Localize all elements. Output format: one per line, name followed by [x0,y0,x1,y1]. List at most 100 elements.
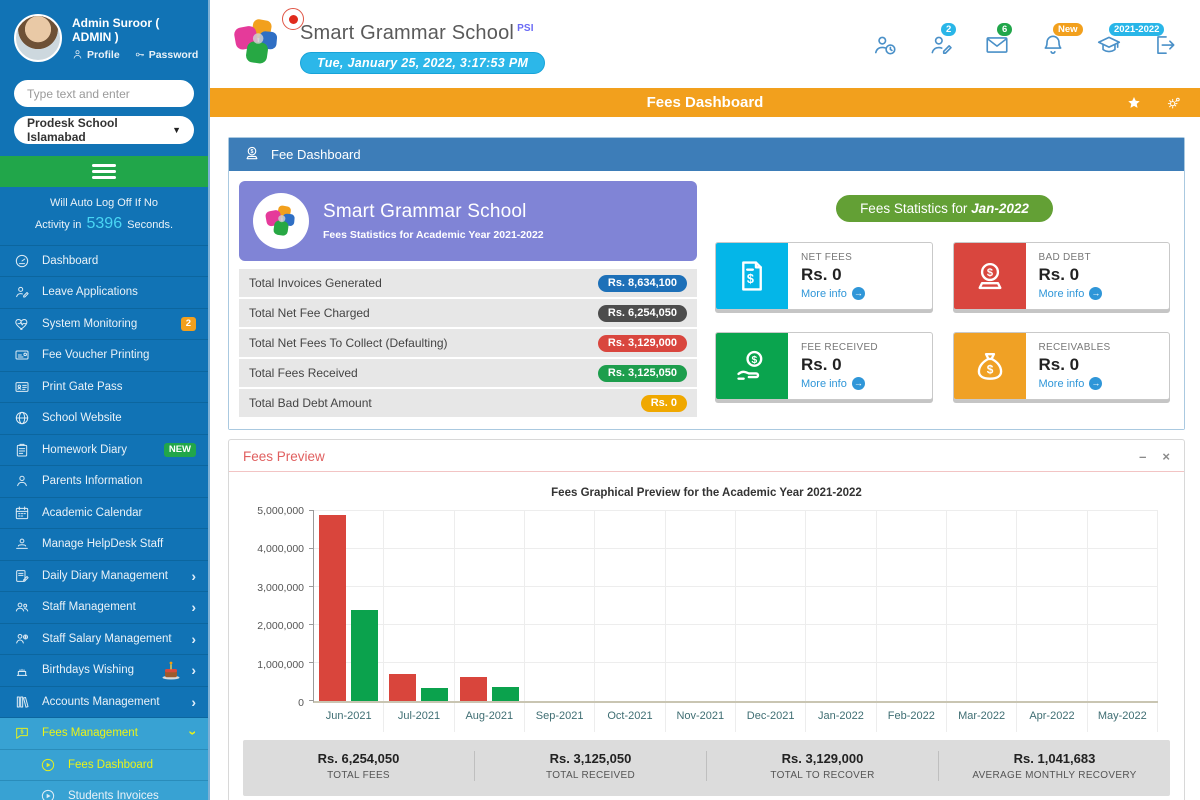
user-edit-button[interactable]: 2 [928,32,954,63]
sidebar-item-print-gate-pass[interactable]: Print Gate Pass [0,372,208,404]
svg-text:$: $ [21,730,24,736]
chart-slot-apr-2022 [1017,511,1087,701]
menu-badge: 2 [181,317,196,331]
sidebar-item-daily-diary-management[interactable]: Daily Diary Management› [0,561,208,593]
chart-title: Fees Graphical Preview for the Academic … [229,487,1184,499]
sidebar-item-label: Print Gate Pass [42,381,196,393]
fee-dashboard-panel-title: Fee Dashboard [271,147,361,162]
more-info-link[interactable]: More info → [1039,287,1103,300]
school-stats-card: Smart Grammar School Fees Statistics for… [239,181,697,261]
sidebar-item-birthdays-wishing[interactable]: Birthdays Wishing› [0,655,208,687]
sidebar-item-staff-management[interactable]: Staff Management› [0,592,208,624]
sidebar-item-students-invoices[interactable]: Students Invoices [0,781,208,800]
more-info-link[interactable]: More info → [801,377,878,390]
svg-text:$: $ [752,355,758,366]
svg-text:$: $ [986,363,993,377]
sidebar-item-label: Staff Management [42,601,185,613]
sidebar-item-fees-management[interactable]: $Fees Management› [0,718,208,750]
stat-label: Total Fees Received [249,366,358,380]
summary-total-fees: Rs. 6,254,050TOTAL FEES [243,751,475,781]
chart-slot-aug-2021 [455,511,525,701]
card-value: Rs. 0 [1039,265,1103,285]
play-icon [40,757,56,773]
summary-value: Rs. 3,125,050 [475,751,706,766]
stat-row-total-bad-debt-amount: Total Bad Debt AmountRs. 0 [239,389,697,419]
card-label: BAD DEBT [1039,252,1103,263]
summary-value: Rs. 3,129,000 [707,751,938,766]
chart-x-axis: Jun-2021Jul-2021Aug-2021Sep-2021Oct-2021… [314,703,1158,732]
pinwheel-logo-icon [228,14,286,70]
menu-toggle-button[interactable] [0,156,208,187]
chart-slot-oct-2021 [595,511,665,701]
sidebar-item-label: Students Invoices [68,790,196,800]
more-info-link[interactable]: More info → [1039,377,1111,390]
x-tick-label: Jun-2021 [314,703,384,732]
fee-dashboard-panel: $ Fee Dashboard [228,137,1185,430]
sidebar-item-academic-calendar[interactable]: Academic Calendar [0,498,208,530]
sidebar-item-label: Dashboard [42,255,196,267]
sidebar-item-label: Parents Information [42,475,196,487]
sidebar-item-parents-information[interactable]: Parents Information [0,466,208,498]
play-icon [40,788,56,800]
favorite-star-icon[interactable] [1126,95,1142,111]
fee-stats-list: Total Invoices GeneratedRs. 8,634,100Tot… [239,269,697,419]
sidebar-item-label: Academic Calendar [42,507,196,519]
sidebar-item-staff-salary-management[interactable]: Staff Salary Management› [0,624,208,656]
minimize-icon[interactable]: – [1139,450,1146,463]
record-dot-icon [282,8,304,30]
stat-row-total-fees-received: Total Fees Received Rs. 3,125,050 [239,359,697,389]
school-select-value: Prodesk School Islamabad [27,116,172,144]
close-icon[interactable]: × [1162,450,1170,463]
file-invoice-icon: $ [716,243,788,309]
notifications-button[interactable]: New [1040,32,1066,63]
datetime-pill: Tue, January 25, 2022, 3:17:53 PM [300,52,545,74]
y-tick-label: 1,000,000 [257,659,304,671]
settings-gears-icon[interactable] [1166,95,1182,111]
more-info-link[interactable]: More info → [801,287,865,300]
stat-value-badge: Rs. 3,125,050 [598,365,687,382]
profile-link[interactable]: Profile [72,49,120,61]
card-net-fees: $NET FEESRs. 0More info → [715,242,933,310]
x-tick-label: Oct-2021 [595,703,665,732]
x-tick-label: Nov-2021 [666,703,736,732]
chart-slot-nov-2021 [666,511,736,701]
stat-value-badge: Rs. 3,129,000 [598,335,687,352]
stat-label: Total Net Fees To Collect (Defaulting) [249,336,448,350]
y-tick-label: 2,000,000 [257,620,304,632]
sidebar-item-fees-dashboard[interactable]: Fees Dashboard [0,750,208,782]
fee-dashboard-panel-header: $ Fee Dashboard [229,138,1184,171]
avatar[interactable] [14,14,62,62]
content: $ Fee Dashboard [210,117,1200,800]
envelope-icon [984,45,1010,62]
sidebar-item-homework-diary[interactable]: Homework DiaryNEW [0,435,208,467]
chart-slot-jan-2022 [806,511,876,701]
coin-slot-icon: $ [954,243,1026,309]
user-clock-button[interactable] [872,32,898,63]
badge: 2 [941,23,956,37]
sidebar-menu: Dashboard Leave ApplicationsSystem Monito… [0,246,208,800]
password-link[interactable]: Password [134,49,199,61]
card-value: Rs. 0 [1039,355,1111,375]
academic-year-button[interactable]: 2021-2022 [1096,32,1122,63]
sidebar-search-input[interactable] [14,80,194,107]
sidebar-item-dashboard[interactable]: Dashboard [0,246,208,278]
arrow-right-icon: → [1089,377,1102,390]
menu-badge: NEW [164,443,196,457]
sidebar-item-accounts-management[interactable]: Accounts Management› [0,687,208,719]
grad-cap-icon [1096,45,1122,62]
sidebar-item-leave-applications[interactable]: Leave Applications [0,277,208,309]
fees-summary-bar: Rs. 6,254,050TOTAL FEESRs. 3,125,050TOTA… [243,740,1170,796]
messages-button[interactable]: 6 [984,32,1010,63]
x-tick-label: Sep-2021 [525,703,595,732]
sidebar-item-system-monitoring[interactable]: System Monitoring2 [0,309,208,341]
chevron-down-icon: ▼ [172,125,181,135]
app-root: Admin Suroor ( ADMIN ) Profile Password … [0,0,1200,800]
card-value: Rs. 0 [801,265,865,285]
sidebar-item-fee-voucher-printing[interactable]: Fee Voucher Printing [0,340,208,372]
chart-slot-may-2022 [1088,511,1158,701]
sidebar-item-manage-helpdesk-staff[interactable]: Manage HelpDesk Staff [0,529,208,561]
sidebar-item-school-website[interactable]: School Website [0,403,208,435]
hamburger-icon [92,164,116,179]
logout-button[interactable] [1152,32,1178,63]
school-select[interactable]: Prodesk School Islamabad ▼ [14,116,194,144]
